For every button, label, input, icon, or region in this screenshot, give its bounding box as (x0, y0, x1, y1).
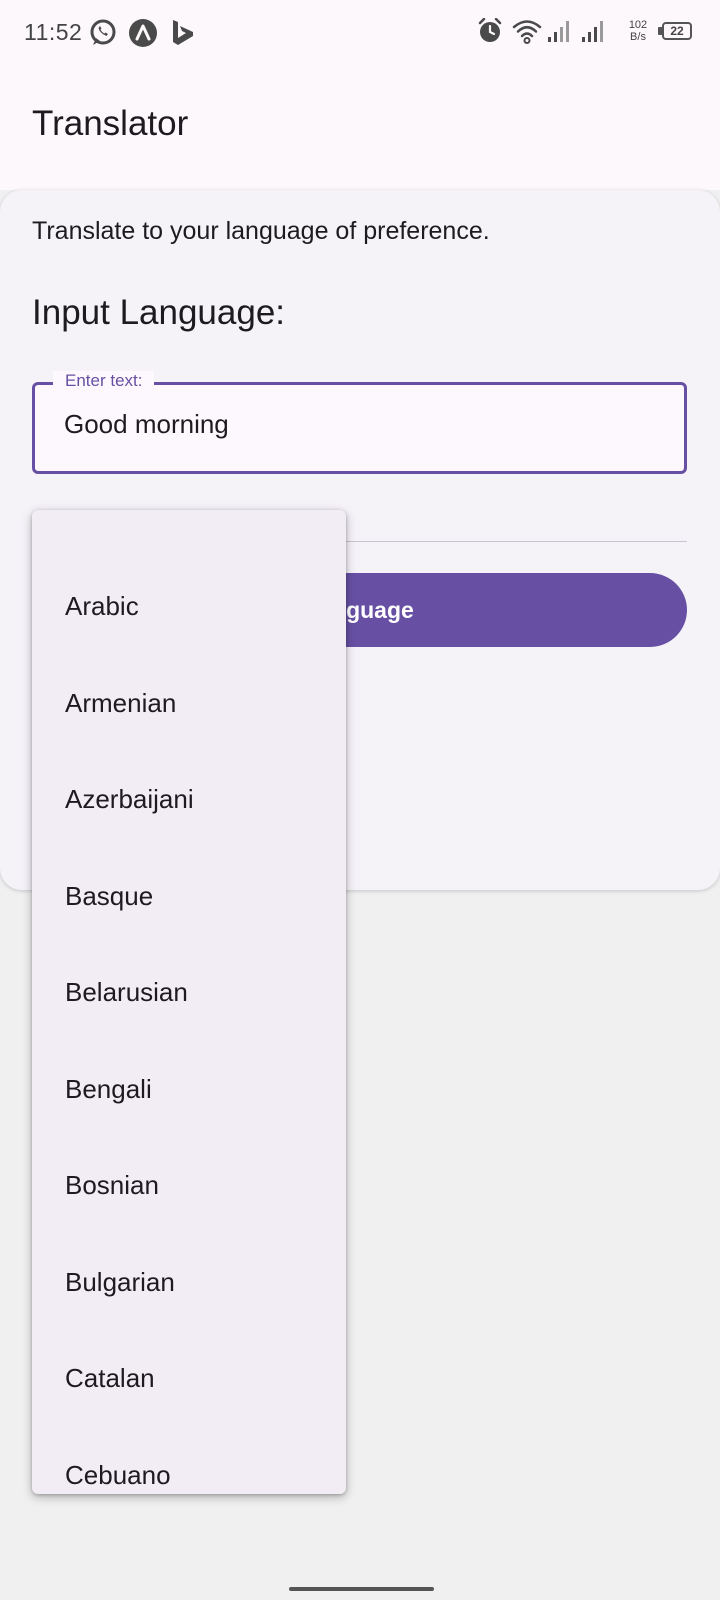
app-a-icon (129, 19, 157, 47)
battery-level: 22 (670, 24, 684, 38)
whatsapp-icon (90, 19, 116, 45)
signal-icon (582, 21, 603, 42)
language-option-bulgarian[interactable]: Bulgarian (32, 1234, 346, 1331)
battery-icon: 22 (662, 22, 692, 40)
text-input-value[interactable]: Good morning (64, 409, 229, 440)
bing-icon (173, 20, 193, 45)
input-language-heading: Input Language: (32, 293, 286, 332)
status-time: 11:52 (24, 19, 83, 45)
text-input-field[interactable]: Enter text: Good morning (32, 371, 687, 474)
card-description: Translate to your language of preference… (32, 217, 490, 245)
language-option-cebuano[interactable]: Cebuano (32, 1427, 346, 1495)
language-option-azerbaijani[interactable]: Azerbaijani (32, 751, 346, 848)
language-option-belarusian[interactable]: Belarusian (32, 944, 346, 1041)
language-option-basque[interactable]: Basque (32, 848, 346, 945)
net-speed-unit: B/s (630, 31, 646, 43)
wifi-icon (512, 20, 542, 44)
status-bar: 11:52 102 B/s 22 (0, 0, 720, 66)
language-option-bosnian[interactable]: Bosnian (32, 1137, 346, 1234)
net-speed-indicator: 102 B/s (624, 19, 652, 43)
text-input-label: Enter text: (53, 371, 155, 391)
signal-icon (548, 21, 569, 42)
language-dropdown-menu[interactable]: Arabic Armenian Azerbaijani Basque Belar… (32, 510, 346, 1494)
language-option-arabic[interactable]: Arabic (32, 558, 346, 655)
language-option-catalan[interactable]: Catalan (32, 1330, 346, 1427)
language-option-bengali[interactable]: Bengali (32, 1041, 346, 1138)
net-speed-value: 102 (628, 19, 648, 31)
app-title: Translator (32, 104, 189, 143)
gesture-navigation-bar[interactable] (289, 1587, 434, 1591)
language-option-armenian[interactable]: Armenian (32, 655, 346, 752)
language-list: Arabic Armenian Azerbaijani Basque Belar… (32, 510, 346, 1494)
alarm-icon (478, 18, 502, 42)
